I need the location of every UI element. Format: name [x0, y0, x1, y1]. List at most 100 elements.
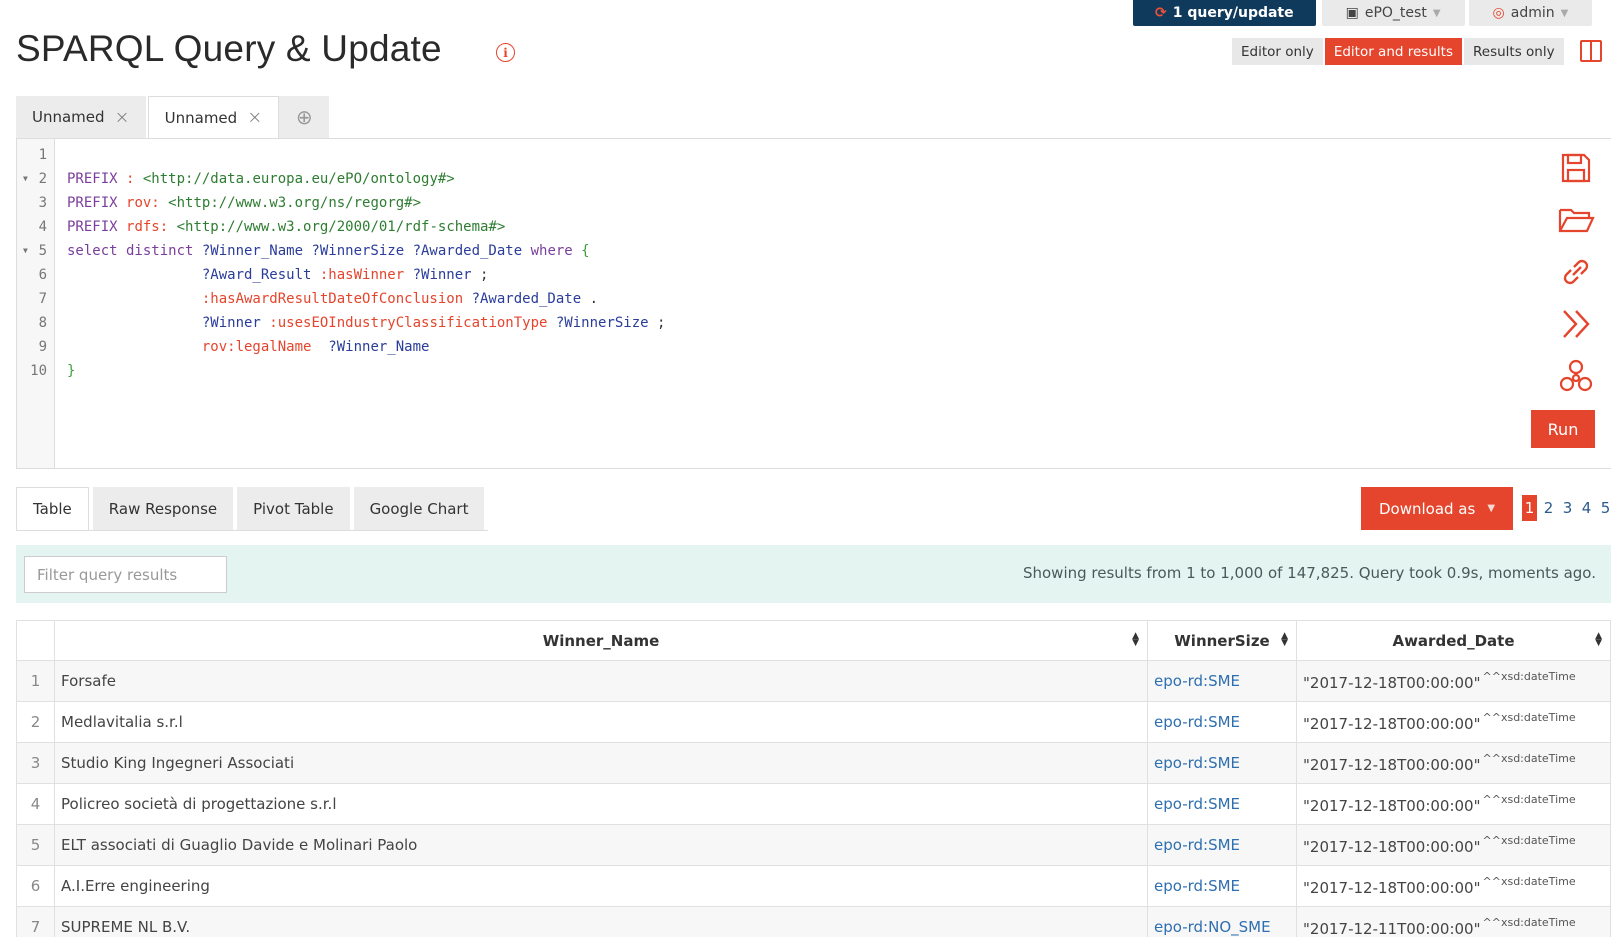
user-menu[interactable]: ◎ admin ▼ [1468, 0, 1593, 26]
table-row[interactable]: 5 ELT associati di Guaglio Davide e Molin… [16, 824, 1611, 866]
code-line[interactable]: 10} [17, 359, 1611, 383]
table-row[interactable]: 6 A.I.Erre engineering epo-rd:SME "2017-12-… [16, 865, 1611, 907]
winner-size-link[interactable]: epo-rd:SME [1154, 877, 1240, 895]
fold-arrow-icon[interactable]: ▼ [23, 239, 28, 263]
query-update-button[interactable]: ⟳ 1 query/update [1133, 0, 1316, 26]
info-icon[interactable]: i [496, 43, 515, 62]
code-token: ?Winner [412, 267, 481, 283]
column-header-winner-name[interactable]: Winner_Name ▲ ▼ [54, 620, 1148, 661]
cell-winner-name: ELT associati di Guaglio Davide e Molina… [54, 824, 1148, 866]
winner-size-link[interactable]: epo-rd:NO_SME [1154, 918, 1271, 936]
query-update-label: 1 query/update [1172, 5, 1294, 21]
repository-selector[interactable]: ▣ ePO_test ▼ [1321, 0, 1465, 26]
page-5[interactable]: 5 [1598, 495, 1611, 521]
code-area[interactable]: 1 ▼ 2 PREFIX : <http://data.europa.eu/ePO/o… [17, 143, 1611, 383]
cell-winner-size: epo-rd:SME [1147, 824, 1297, 866]
visual-graph-button[interactable] [1556, 358, 1596, 393]
tab-google-chart[interactable]: Google Chart [353, 487, 485, 530]
save-query-button[interactable] [1556, 150, 1596, 185]
close-icon[interactable]: × [247, 107, 262, 128]
tab-raw-response[interactable]: Raw Response [92, 487, 234, 530]
page-3[interactable]: 3 [1560, 495, 1575, 521]
line-number: 10 [17, 359, 55, 383]
sort-icon[interactable]: ▲ ▼ [1132, 632, 1139, 648]
cell-awarded-date: "2017-12-18T00:00:00" ^^xsd:dateTime [1296, 783, 1611, 825]
tab-table[interactable]: Table [16, 487, 89, 530]
code-token: ?Winner_Name ?WinnerSize ?Awarded_Date [201, 243, 531, 259]
table-row[interactable]: 3 Studio King Ingegneri Associati epo-rd:S… [16, 742, 1611, 784]
winner-size-link[interactable]: epo-rd:SME [1154, 672, 1240, 690]
sort-icon[interactable]: ▲ ▼ [1281, 632, 1288, 648]
editor-tab[interactable]: Unnamed × [16, 96, 148, 138]
date-value: "2017-12-11T00:00:00" [1303, 920, 1481, 937]
open-saved-queries-button[interactable] [1556, 202, 1596, 237]
share-link-button[interactable] [1556, 254, 1596, 289]
winner-size-link[interactable]: epo-rd:SME [1154, 795, 1240, 813]
code-line[interactable]: ▼ 5 select distinct ?Winner_Name ?WinnerSi… [17, 239, 1611, 263]
add-tab-button[interactable]: ⊕ [279, 96, 332, 138]
page-2[interactable]: 2 [1541, 495, 1556, 521]
column-header-winner-size[interactable]: WinnerSize ▲ ▼ [1147, 620, 1297, 661]
winner-size-link[interactable]: epo-rd:SME [1154, 836, 1240, 854]
code-line[interactable]: ▼ 2 PREFIX : <http://data.europa.eu/ePO/on… [17, 167, 1611, 191]
close-icon[interactable]: × [115, 107, 130, 128]
code-token: ?WinnerSize [555, 315, 658, 331]
chevron-down-icon: ▼ [1432, 7, 1441, 19]
winner-size-link[interactable]: epo-rd:SME [1154, 754, 1240, 772]
editor-tab-active[interactable]: Unnamed × [147, 96, 280, 139]
tab-pivot-table[interactable]: Pivot Table [237, 487, 350, 530]
code-line[interactable]: 8 ?Winner :usesEOIndustryClassificationT… [17, 311, 1611, 335]
code-text[interactable]: ?Award_Result :hasWinner ?Winner ; [55, 263, 489, 287]
split-layout-icon[interactable] [1580, 40, 1602, 62]
page-1[interactable]: 1 [1522, 495, 1537, 521]
code-text[interactable]: ?Winner :usesEOIndustryClassificationTyp… [55, 311, 666, 335]
expand-results-button[interactable] [1556, 306, 1596, 341]
table-row[interactable]: 1 Forsafe epo-rd:SME "2017-12-18T00:00:00" ^… [16, 660, 1611, 702]
download-as-button[interactable]: Download as ▼ [1361, 487, 1513, 530]
editor-only-button[interactable]: Editor only [1232, 38, 1323, 65]
sparql-editor[interactable]: 1 ▼ 2 PREFIX : <http://data.europa.eu/ePO/o… [16, 138, 1611, 469]
results-only-button[interactable]: Results only [1463, 38, 1564, 65]
code-line[interactable]: 4 PREFIX rdfs: <http://www.w3.org/2000/01… [17, 215, 1611, 239]
row-index: 7 [16, 906, 55, 937]
code-line[interactable]: 1 [17, 143, 1611, 167]
code-text[interactable]: PREFIX rdfs: <http://www.w3.org/2000/01/… [55, 215, 505, 239]
code-text[interactable]: } [55, 359, 75, 383]
graph-icon [1559, 359, 1593, 391]
cell-winner-name: Forsafe [54, 660, 1148, 702]
code-text[interactable] [55, 143, 67, 167]
column-header-label: WinnerSize [1174, 631, 1270, 650]
sort-icon[interactable]: ▲ ▼ [1595, 632, 1602, 648]
line-number-text: 9 [38, 339, 47, 355]
cell-winner-name: Studio King Ingegneri Associati [54, 742, 1148, 784]
code-text[interactable]: PREFIX rov: <http://www.w3.org/ns/regorg… [55, 191, 421, 215]
fold-arrow-icon[interactable]: ▼ [23, 167, 28, 191]
page-4[interactable]: 4 [1579, 495, 1594, 521]
editor-and-results-button[interactable]: Editor and results [1324, 38, 1462, 65]
code-line[interactable]: 7 :hasAwardResultDateOfConclusion ?Award… [17, 287, 1611, 311]
row-index: 4 [16, 783, 55, 825]
row-index: 5 [16, 824, 55, 866]
code-text[interactable]: rov:legalName ?Winner_Name [55, 335, 430, 359]
code-text[interactable]: select distinct ?Winner_Name ?WinnerSize… [55, 239, 590, 263]
cell-winner-size: epo-rd:NO_SME [1147, 906, 1297, 937]
filter-results-input[interactable] [24, 556, 227, 593]
code-line[interactable]: 6 ?Award_Result :hasWinner ?Winner ; [17, 263, 1611, 287]
code-text[interactable]: PREFIX : <http://data.europa.eu/ePO/onto… [55, 167, 455, 191]
code-line[interactable]: 9 rov:legalName ?Winner_Name [17, 335, 1611, 359]
code-token: . [589, 291, 599, 307]
table-row[interactable]: 7 SUPREME NL B.V. epo-rd:NO_SME "2017-12-11… [16, 906, 1611, 937]
index-header [16, 620, 55, 661]
code-token: ?Winner_Name [328, 339, 430, 355]
run-button[interactable]: Run [1531, 410, 1595, 448]
table-row[interactable]: 4 Policreo società di progettazione s.r.l… [16, 783, 1611, 825]
code-line[interactable]: 3 PREFIX rov: <http://www.w3.org/ns/regor… [17, 191, 1611, 215]
pagination: 1 2 3 4 5 [1522, 495, 1611, 521]
table-row[interactable]: 2 Medlavitalia s.r.l epo-rd:SME "2017-12-18… [16, 701, 1611, 743]
cell-awarded-date: "2017-12-18T00:00:00" ^^xsd:dateTime [1296, 742, 1611, 784]
column-header-awarded-date[interactable]: Awarded_Date ▲ ▼ [1296, 620, 1611, 661]
results-info-bar: Showing results from 1 to 1,000 of 147,8… [16, 545, 1611, 603]
winner-size-link[interactable]: epo-rd:SME [1154, 713, 1240, 731]
code-text[interactable]: :hasAwardResultDateOfConclusion ?Awarded… [55, 287, 598, 311]
